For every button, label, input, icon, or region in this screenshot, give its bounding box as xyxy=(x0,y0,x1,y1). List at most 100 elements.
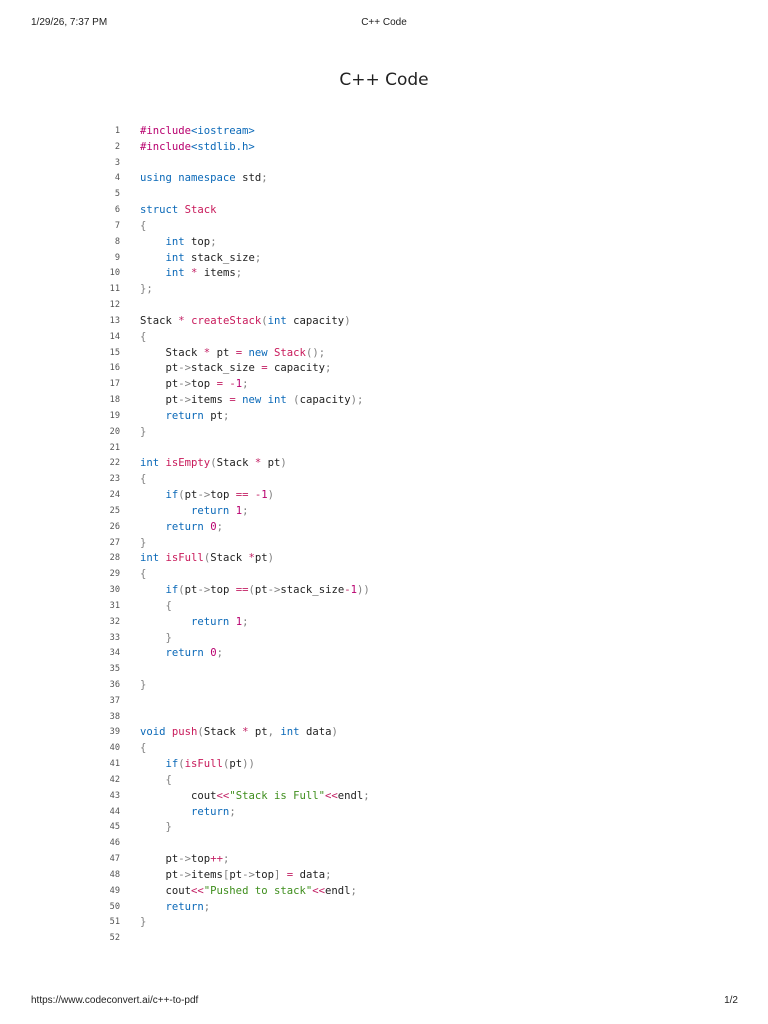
code-line: 33 } xyxy=(100,631,660,647)
line-number: 29 xyxy=(109,569,120,580)
code-text: if(pt->top == -1) xyxy=(165,489,275,502)
code-line: 34 return 0; xyxy=(100,646,660,662)
code-text: { xyxy=(165,773,172,786)
line-number: 46 xyxy=(109,838,120,849)
code-line: 47 pt->top++; xyxy=(100,852,660,868)
code-text: Stack * createStack(int capacity) xyxy=(140,314,351,327)
line-number: 6 xyxy=(114,205,120,216)
line-number: 36 xyxy=(109,679,120,690)
code-text: #include<iostream> xyxy=(140,125,255,137)
code-text: return; xyxy=(165,900,211,913)
code-text: { xyxy=(165,599,172,612)
line-number: 4 xyxy=(114,173,120,184)
code-text: } xyxy=(140,536,147,549)
code-line: 5 xyxy=(100,187,660,203)
code-text: return 1; xyxy=(191,615,249,628)
line-number: 52 xyxy=(109,933,120,944)
line-number: 22 xyxy=(109,458,120,469)
line-number: 51 xyxy=(109,917,120,928)
code-text: pt->top = -1; xyxy=(165,378,249,391)
line-number: 38 xyxy=(109,711,120,722)
code-line: 48 pt->items[pt->top] = data; xyxy=(100,868,660,884)
code-text: { xyxy=(140,568,147,581)
line-number: 37 xyxy=(109,695,120,706)
line-number: 44 xyxy=(109,806,120,817)
code-text: return pt; xyxy=(165,409,230,422)
code-text: int isFull(Stack *pt) xyxy=(140,552,275,565)
line-number: 16 xyxy=(109,363,120,374)
line-number: 41 xyxy=(109,759,120,770)
line-number: 47 xyxy=(109,854,120,865)
code-listing: 1 #include<iostream> 2 #include<stdlib.h> 3 4… xyxy=(100,124,660,947)
line-number: 40 xyxy=(109,743,120,754)
code-text: }; xyxy=(140,283,153,296)
code-line: 43 cout<<"Stack is Full"<<endl; xyxy=(100,789,660,805)
code-line: 7{ xyxy=(100,219,660,235)
code-text: int stack_size; xyxy=(165,251,262,264)
code-text: return 0; xyxy=(165,520,223,533)
line-number: 2 xyxy=(114,141,120,152)
print-header-title: C++ Code xyxy=(361,17,407,28)
code-text: pt->items[pt->top] = data; xyxy=(165,868,332,881)
line-number: 17 xyxy=(109,379,120,390)
line-number: 1 xyxy=(114,126,120,136)
line-number: 21 xyxy=(109,442,120,453)
code-text: pt->stack_size = capacity; xyxy=(165,362,332,375)
code-line: 12 xyxy=(100,298,660,314)
code-line: 45 } xyxy=(100,820,660,836)
line-number: 33 xyxy=(109,632,120,643)
code-line: 31 { xyxy=(100,599,660,615)
line-number: 27 xyxy=(109,537,120,548)
line-number: 25 xyxy=(109,505,120,516)
code-text: int isEmpty(Stack * pt) xyxy=(140,457,287,470)
code-line: 37 xyxy=(100,694,660,710)
line-number: 23 xyxy=(109,474,120,485)
code-line: 42 { xyxy=(100,773,660,789)
code-line: 26 return 0; xyxy=(100,520,660,536)
line-number: 15 xyxy=(109,347,120,358)
code-line: 13 Stack * createStack(int capacity) xyxy=(100,314,660,330)
code-line: 17 pt->top = -1; xyxy=(100,377,660,393)
line-number: 48 xyxy=(109,869,120,880)
code-line: 8 int top; xyxy=(100,235,660,251)
code-text: } xyxy=(140,916,147,929)
code-line: 32 return 1; xyxy=(100,615,660,631)
line-number: 50 xyxy=(109,901,120,912)
line-number: 18 xyxy=(109,395,120,406)
line-number: 13 xyxy=(109,315,120,326)
code-line: 41 if(isFull(pt)) xyxy=(100,757,660,773)
code-line: 49 cout<<"Pushed to stack"<<endl; xyxy=(100,884,660,900)
line-number: 7 xyxy=(114,220,120,231)
code-line: 38 xyxy=(100,710,660,726)
code-text: { xyxy=(140,330,147,343)
code-line: 10 int * items; xyxy=(100,266,660,282)
line-number: 10 xyxy=(109,268,120,279)
line-number: 24 xyxy=(109,490,120,501)
code-text: int top; xyxy=(165,235,217,248)
code-line: 22 int isEmpty(Stack * pt) xyxy=(100,456,660,472)
code-text: cout<<"Pushed to stack"<<endl; xyxy=(165,884,357,897)
code-line: 14 { xyxy=(100,330,660,346)
code-line: 23 { xyxy=(100,472,660,488)
line-number: 20 xyxy=(109,426,120,437)
code-line: 20} xyxy=(100,425,660,441)
code-line: 27} xyxy=(100,536,660,552)
code-text: { xyxy=(140,742,147,755)
code-line: 40 { xyxy=(100,741,660,757)
code-text: } xyxy=(165,631,172,644)
code-text: } xyxy=(165,821,172,834)
code-line: 3 xyxy=(100,156,660,172)
code-line: 39 void push(Stack * pt, int data) xyxy=(100,725,660,741)
print-footer-url: https://www.codeconvert.ai/c++-to-pdf xyxy=(31,995,199,1006)
code-text: if(pt->top ==(pt->stack_size-1)) xyxy=(165,584,370,597)
code-line: 28 int isFull(Stack *pt) xyxy=(100,551,660,567)
code-text: } xyxy=(140,678,147,691)
line-number: 9 xyxy=(114,252,120,263)
code-text: void push(Stack * pt, int data) xyxy=(140,726,338,739)
line-number: 11 xyxy=(109,284,120,295)
line-number: 32 xyxy=(109,616,120,627)
code-line: 15 Stack * pt = new Stack(); xyxy=(100,346,660,362)
line-number: 31 xyxy=(109,600,120,611)
code-text: return 1; xyxy=(191,504,249,517)
line-number: 26 xyxy=(109,521,120,532)
